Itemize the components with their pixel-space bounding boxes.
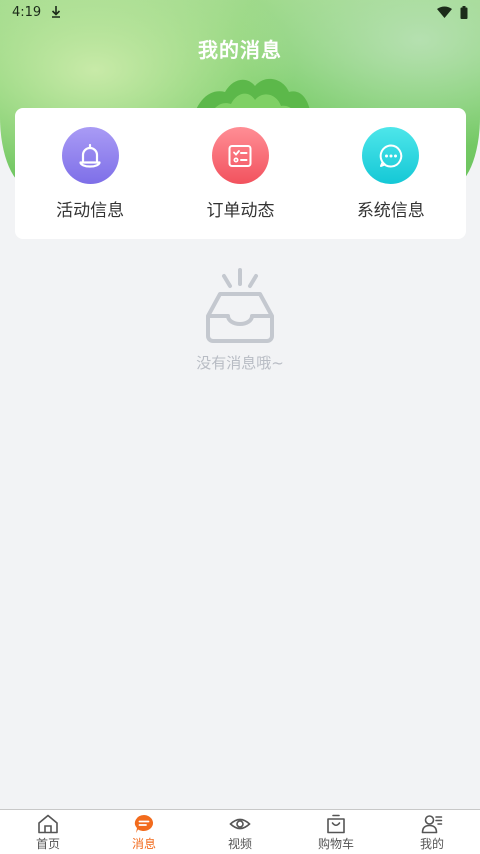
home-icon xyxy=(38,814,58,834)
category-order[interactable]: 订单动态 xyxy=(175,127,305,221)
message-icon xyxy=(134,815,154,833)
shopping-bag-icon xyxy=(327,814,345,834)
eye-icon xyxy=(229,818,251,830)
empty-state: 没有消息哦~ xyxy=(0,268,480,373)
status-time: 4:19 xyxy=(12,4,42,20)
tab-messages-label: 消息 xyxy=(131,837,156,851)
status-bar: 4:19 xyxy=(0,0,480,24)
bell-icon xyxy=(79,143,101,168)
battery-icon xyxy=(460,5,468,19)
tab-profile-label: 我的 xyxy=(419,837,444,851)
category-system-circle xyxy=(362,127,420,184)
category-order-label: 订单动态 xyxy=(206,201,275,221)
tab-video-label: 视频 xyxy=(227,837,252,851)
order-list-icon xyxy=(228,144,252,167)
tab-cart[interactable]: 购物车 xyxy=(288,810,384,854)
bottom-tab-bar: 首页 消息 视频 购物车 我的 xyxy=(0,809,480,854)
category-system-label: 系统信息 xyxy=(356,201,425,221)
empty-inbox-icon xyxy=(206,268,274,343)
tab-cart-label: 购物车 xyxy=(317,837,354,851)
wifi-icon xyxy=(437,6,452,18)
chat-bubble-icon xyxy=(379,144,403,167)
download-icon xyxy=(52,6,61,18)
tab-home-label: 首页 xyxy=(35,837,60,851)
messages-page: 4:19 我的消息 活动信息 订单动态 系统信息 没有消息哦~ 首页 消息 视频… xyxy=(0,0,480,854)
profile-icon xyxy=(421,815,443,834)
category-activity[interactable]: 活动信息 xyxy=(25,127,155,221)
tab-profile[interactable]: 我的 xyxy=(384,810,480,854)
category-activity-circle xyxy=(61,127,119,184)
category-system[interactable]: 系统信息 xyxy=(326,127,456,221)
tab-home[interactable]: 首页 xyxy=(0,810,96,854)
empty-state-text: 没有消息哦~ xyxy=(196,354,284,372)
tab-video[interactable]: 视频 xyxy=(192,810,288,854)
page-title: 我的消息 xyxy=(198,38,282,62)
tab-messages[interactable]: 消息 xyxy=(96,810,192,854)
category-activity-label: 活动信息 xyxy=(56,201,125,221)
message-category-card: 活动信息 订单动态 系统信息 xyxy=(15,108,466,239)
category-order-circle xyxy=(211,127,269,184)
